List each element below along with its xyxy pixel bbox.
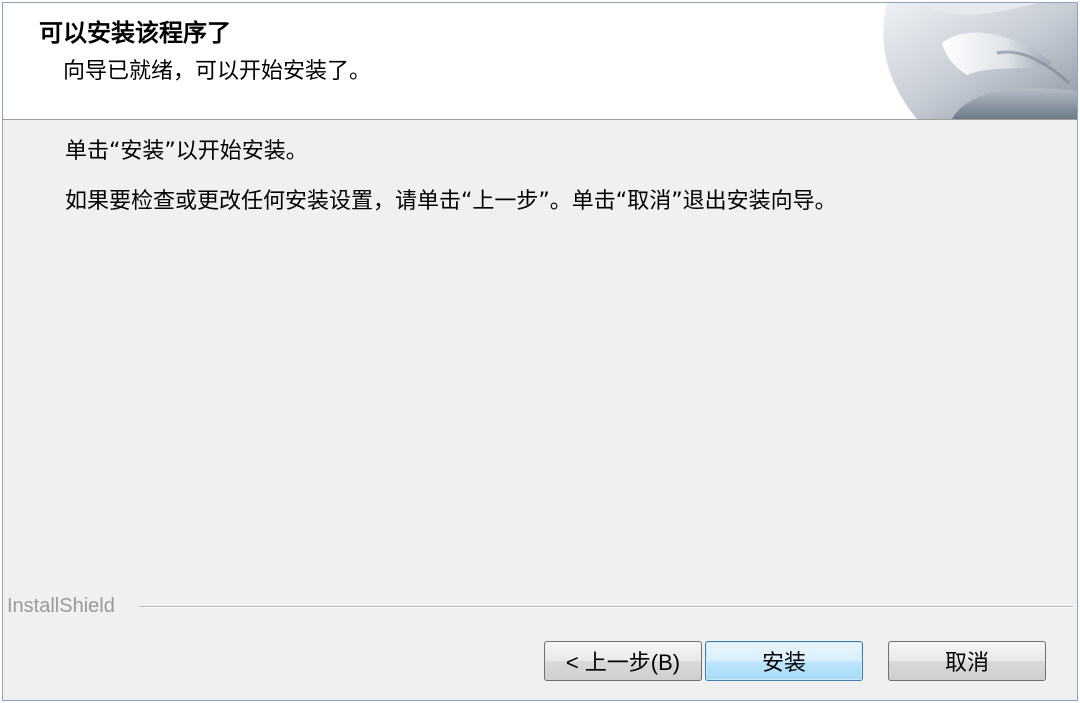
install-button[interactable]: 安装 xyxy=(705,641,863,681)
instruction-review: 如果要检查或更改任何安装设置，请单击“上一步”。单击“取消”退出安装向导。 xyxy=(65,189,837,214)
brand-separator: InstallShield xyxy=(3,595,1077,619)
separator-line xyxy=(139,606,1073,608)
installer-dialog: 可以安装该程序了 向导已就绪，可以开始安装了。 单击“安装”以开始安装。 如果要… xyxy=(2,2,1078,701)
back-button[interactable]: < 上一步(B) xyxy=(544,641,702,681)
page-curl-graphic-icon xyxy=(847,3,1077,119)
installshield-label: InstallShield xyxy=(7,595,115,617)
instruction-install: 单击“安装”以开始安装。 xyxy=(65,139,308,164)
page-subtitle: 向导已就绪，可以开始安装了。 xyxy=(63,59,372,84)
cancel-button[interactable]: 取消 xyxy=(888,641,1046,681)
wizard-header: 可以安装该程序了 向导已就绪，可以开始安装了。 xyxy=(3,3,1077,120)
page-title: 可以安装该程序了 xyxy=(39,19,231,47)
